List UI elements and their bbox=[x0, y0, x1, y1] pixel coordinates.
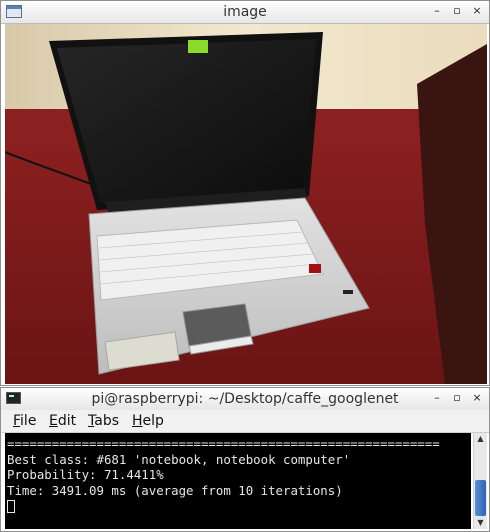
status-led bbox=[343, 290, 353, 294]
image-window: image – ▫ × bbox=[0, 0, 490, 386]
image-window-titlebar[interactable]: image – ▫ × bbox=[1, 1, 489, 24]
menu-file[interactable]: File bbox=[13, 413, 36, 429]
maximize-icon[interactable]: ▫ bbox=[451, 5, 463, 17]
separator-line: ========================================… bbox=[7, 436, 440, 451]
terminal-title: pi@raspberrypi: ~/Desktop/caffe_googlene… bbox=[91, 391, 399, 407]
close-icon[interactable]: × bbox=[471, 392, 483, 404]
sticker bbox=[188, 40, 208, 53]
menu-help[interactable]: Help bbox=[132, 413, 164, 429]
close-icon[interactable]: × bbox=[471, 5, 483, 17]
scroll-down-icon[interactable]: ▼ bbox=[474, 517, 487, 529]
prompt-line bbox=[7, 498, 471, 514]
time-line: Time: 3491.09 ms (average from 10 iterat… bbox=[7, 482, 343, 498]
terminal-window-controls: – ▫ × bbox=[431, 392, 483, 404]
scroll-thumb[interactable] bbox=[475, 480, 486, 516]
terminal-scrollbar[interactable]: ▲ ▼ bbox=[473, 433, 487, 529]
probability-line: Probability: 71.4411% bbox=[7, 467, 164, 482]
maximize-icon[interactable]: ▫ bbox=[451, 392, 463, 404]
image-window-title: image bbox=[223, 4, 267, 20]
terminal-menubar: File Edit Tabs Help bbox=[1, 410, 489, 433]
menu-tabs[interactable]: Tabs bbox=[88, 413, 119, 429]
terminal-window: pi@raspberrypi: ~/Desktop/caffe_googlene… bbox=[0, 387, 490, 532]
laptop-photo bbox=[5, 24, 487, 384]
scroll-up-icon[interactable]: ▲ bbox=[474, 433, 487, 445]
terminal-output[interactable]: ========================================… bbox=[5, 433, 471, 529]
minimize-icon[interactable]: – bbox=[431, 392, 443, 404]
image-window-controls: – ▫ × bbox=[431, 5, 483, 17]
best-class-line: Best class: #681 'notebook, notebook com… bbox=[7, 451, 351, 467]
menu-edit[interactable]: Edit bbox=[49, 413, 76, 429]
terminal-titlebar[interactable]: pi@raspberrypi: ~/Desktop/caffe_googlene… bbox=[1, 388, 489, 411]
amd-badge bbox=[309, 264, 321, 273]
terminal-cursor bbox=[7, 500, 15, 513]
laptop-screen bbox=[57, 39, 316, 203]
minimize-icon[interactable]: – bbox=[431, 5, 443, 17]
